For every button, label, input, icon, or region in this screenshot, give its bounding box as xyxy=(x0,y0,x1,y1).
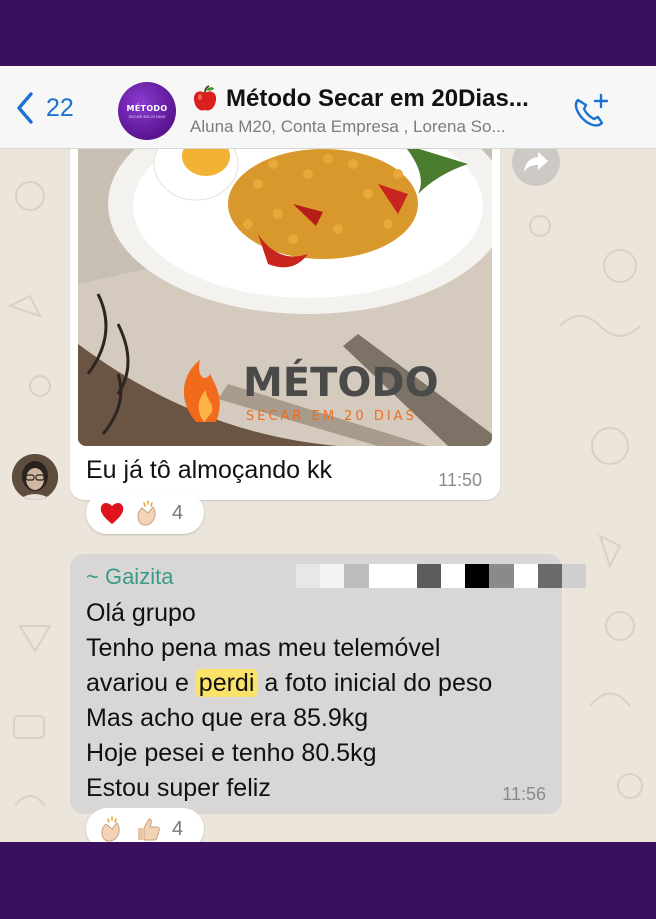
reaction-count: 4 xyxy=(172,817,184,840)
message-line: Mas acho que era 85.9kg xyxy=(86,704,369,732)
clapping-hands-icon xyxy=(101,816,120,842)
group-title: Método Secar em 20Dias... xyxy=(226,85,529,112)
clapping-hands-icon xyxy=(137,500,156,526)
image-message-reactions[interactable]: 4 xyxy=(86,492,204,534)
highlighted-word: perdi xyxy=(195,669,258,697)
group-avatar-text: MÉTODO xyxy=(126,103,168,113)
message-line: Estou super feliz xyxy=(86,774,271,802)
add-call-icon[interactable] xyxy=(570,92,610,132)
sender-avatar[interactable] xyxy=(12,454,58,500)
chat-screen: 22 MÉTODO SECAR EM 20 DIAS Método Secar … xyxy=(0,66,656,842)
meal-photo[interactable]: MÉTODO SECAR EM 20 DIAS xyxy=(78,134,492,446)
message-line: Tenho pena mas meu telemóvel xyxy=(86,634,441,662)
reaction-count: 4 xyxy=(172,501,184,524)
unread-count: 22 xyxy=(46,93,74,122)
message-time: 11:56 xyxy=(502,784,546,804)
image-caption: Eu já tô almoçando kk xyxy=(86,456,332,484)
red-heart-icon xyxy=(100,503,124,524)
back-button[interactable]: 22 xyxy=(16,90,74,126)
thumbs-up-icon xyxy=(138,818,160,841)
sender-name[interactable]: ~ Gaizita xyxy=(86,564,173,590)
watermark-title: MÉTODO xyxy=(243,358,439,406)
watermark-subtitle: SECAR EM 20 DIAS xyxy=(246,409,417,424)
group-info[interactable]: Método Secar em 20Dias... Aluna M20, Con… xyxy=(190,84,570,137)
message-time: 11:50 xyxy=(438,470,482,490)
message-text: Olá grupo Tenho pena mas meu telemóvel a… xyxy=(86,596,492,806)
red-apple-icon xyxy=(193,85,217,111)
chevron-left-icon xyxy=(17,92,33,124)
chat-header: 22 MÉTODO SECAR EM 20 DIAS Método Secar … xyxy=(0,66,656,149)
group-avatar[interactable]: MÉTODO SECAR EM 20 DIAS xyxy=(118,82,176,140)
message-line: avariou e perdi a foto inicial do peso xyxy=(86,669,493,697)
message-line: Olá grupo xyxy=(86,599,196,627)
group-avatar-subtext: SECAR EM 20 DIAS xyxy=(128,113,166,119)
image-message-bubble[interactable]: MÉTODO SECAR EM 20 DIAS Eu já tô almoçan… xyxy=(70,126,500,500)
bottom-purple-band xyxy=(0,842,656,919)
message-line: Hoje pesei e tenho 80.5kg xyxy=(86,739,377,767)
redacted-phone-number xyxy=(296,564,587,588)
text-message-bubble[interactable]: ~ Gaizita Olá grupo Tenho pena mas meu t… xyxy=(70,554,587,814)
top-purple-band xyxy=(0,0,656,66)
forward-arrow-icon xyxy=(524,152,548,172)
text-message-reactions[interactable]: 4 xyxy=(86,808,204,842)
group-members: Aluna M20, Conta Empresa , Lorena So... xyxy=(190,117,506,136)
